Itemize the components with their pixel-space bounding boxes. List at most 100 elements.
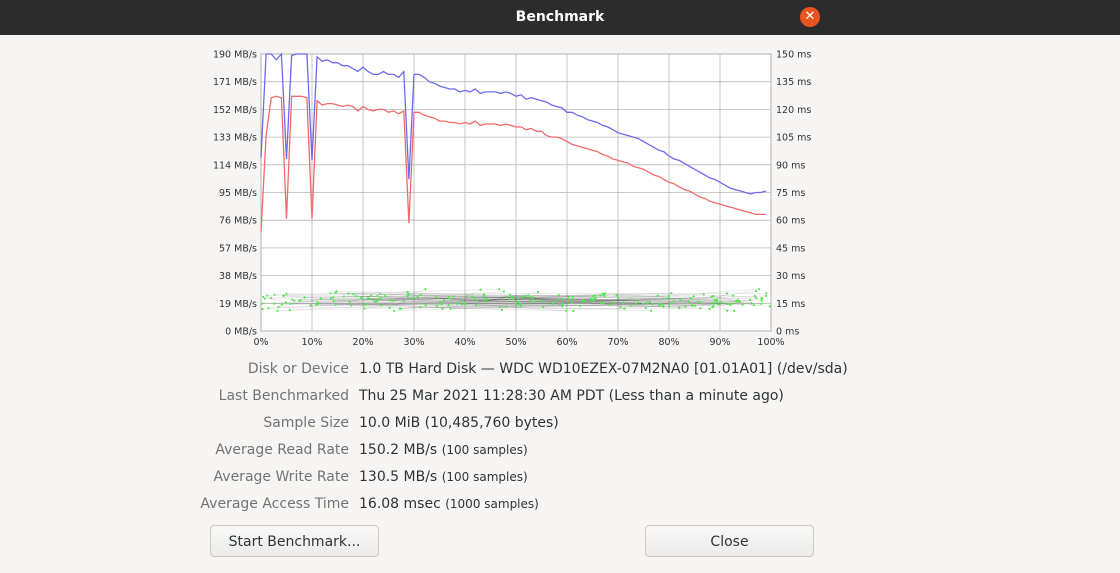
access-time-point (370, 294, 373, 297)
access-time-point (363, 303, 367, 306)
access-time-point (441, 307, 444, 310)
chart-grid (260, 53, 772, 332)
access-time-point (765, 292, 768, 295)
y-left-tick-label: 76 MB/s (219, 216, 257, 227)
access-time-point (656, 294, 659, 297)
access-time-point (447, 303, 450, 307)
access-time-point (329, 297, 333, 300)
access-time-point (760, 299, 763, 302)
access-time-point (667, 305, 671, 308)
access-time-point (314, 303, 318, 306)
access-time-point (692, 295, 695, 298)
access-time-point (687, 300, 691, 303)
access-time-point (447, 295, 450, 298)
access-time-point (570, 301, 573, 305)
access-time-point (505, 305, 508, 308)
access-time-point (561, 297, 564, 300)
info-row-access-time: Average Access Time 16.08 msec (1000 sam… (0, 491, 1120, 518)
access-time-note: (1000 samples) (445, 497, 539, 511)
access-time-point (289, 302, 292, 305)
x-ticks: 0% 10% 20% 30% 40% 50% 60% 70% 80% 90% 100% (253, 337, 784, 348)
access-time-point (750, 302, 753, 305)
access-time-point (711, 306, 714, 309)
access-time-point (440, 302, 443, 306)
access-time-point (399, 307, 403, 310)
access-time-point (583, 300, 587, 303)
access-time-point (515, 302, 518, 306)
access-time-point (608, 303, 611, 307)
access-time-point (651, 302, 654, 306)
close-icon[interactable]: ✕ (800, 7, 820, 27)
access-time-point (482, 295, 485, 298)
last-benchmarked-value: Thu 25 Mar 2021 11:28:30 AM PDT (Less th… (359, 388, 784, 404)
access-time-point (734, 299, 738, 303)
access-time-point (284, 301, 288, 304)
access-time-point (406, 290, 409, 294)
access-time-point (393, 309, 396, 312)
access-time-point (715, 300, 718, 303)
close-button[interactable]: Close (645, 525, 814, 557)
access-time-point (332, 296, 335, 299)
access-time-point (316, 301, 319, 304)
device-label: Disk or Device (247, 361, 349, 377)
access-time-point (736, 298, 739, 302)
access-time-point (679, 299, 682, 302)
access-time-point (392, 299, 395, 302)
access-time-point (285, 292, 288, 295)
access-time-point (447, 297, 450, 300)
benchmark-chart: 0 MB/s 19 MB/s 38 MB/s 57 MB/s 76 MB/s 95 MB/… (213, 50, 811, 349)
info-row-write-rate: Average Write Rate 130.5 MB/s (100 sampl… (0, 464, 1120, 491)
access-time-point (511, 297, 514, 301)
access-time-point (406, 294, 409, 298)
access-time-point (578, 304, 581, 307)
access-time-point (334, 303, 337, 306)
access-time-point (670, 301, 673, 305)
access-time-label: Average Access Time (200, 496, 349, 512)
access-time-point (524, 294, 527, 298)
access-time-point (410, 297, 413, 300)
access-time-point (712, 301, 715, 304)
access-time-value-wrap: 16.08 msec (1000 samples) (359, 491, 539, 518)
access-time-point (511, 295, 514, 299)
access-time-point (565, 309, 568, 312)
access-time-point (690, 297, 693, 300)
write-rate-value-wrap: 130.5 MB/s (100 samples) (359, 464, 528, 491)
access-time-point (617, 296, 620, 300)
start-benchmark-button[interactable]: Start Benchmark... (210, 525, 379, 557)
x-tick-label: 10% (301, 337, 322, 348)
access-time-point (347, 292, 350, 295)
access-time-point (273, 293, 276, 296)
access-time-point (615, 294, 618, 297)
access-time-point (557, 294, 560, 297)
access-time-point (662, 304, 665, 307)
x-tick-label: 0% (253, 337, 268, 348)
access-time-point (645, 301, 649, 305)
y-left-tick-label: 0 MB/s (225, 327, 257, 338)
access-time-point (628, 298, 632, 301)
access-time-point (282, 294, 285, 297)
access-time-point (755, 296, 758, 299)
y-right-tick-label: 135 ms (776, 77, 811, 88)
access-time-point (650, 309, 653, 312)
access-time-point (267, 307, 270, 310)
access-time-point (623, 307, 626, 310)
y-left-tick-label: 133 MB/s (213, 133, 257, 144)
access-time-point (438, 301, 441, 304)
access-time-point (500, 308, 504, 311)
access-time-point (738, 300, 741, 303)
access-time-point (277, 305, 280, 309)
access-time-point (560, 305, 564, 308)
access-time-point (554, 300, 557, 303)
access-time-point (260, 302, 264, 305)
access-time-point (670, 292, 673, 295)
access-time-point (516, 300, 520, 303)
access-time-point (760, 302, 763, 305)
access-time-point (298, 299, 301, 302)
access-time-point (530, 300, 533, 303)
access-time-point (572, 309, 575, 313)
access-time-point (276, 309, 279, 312)
access-time-point (363, 307, 366, 310)
access-time-point (758, 288, 761, 291)
access-time-point (263, 297, 266, 300)
access-time-point (561, 302, 564, 305)
